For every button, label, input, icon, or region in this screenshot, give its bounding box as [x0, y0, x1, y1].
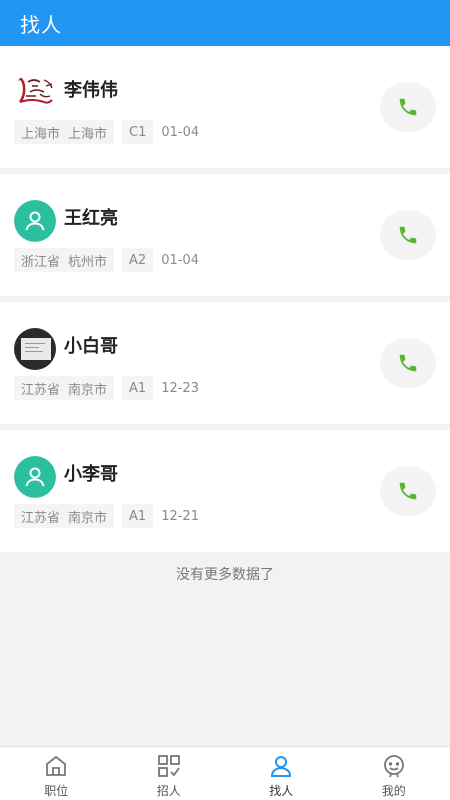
person-icon — [271, 756, 292, 777]
app-header: 找人 — [0, 0, 450, 46]
date-text: 01-04 — [161, 252, 199, 268]
tab-label: 招人 — [156, 784, 181, 798]
app-screen: 找人 李伟伟 上海市 上海市 C1 01-04 王红亮 浙江省 杭州市 A2 0… — [0, 0, 450, 800]
avatar — [14, 456, 56, 498]
contact-name: 王红亮 — [64, 208, 118, 229]
level-tag: A1 — [122, 504, 154, 528]
call-button[interactable] — [380, 466, 436, 516]
call-button[interactable] — [380, 210, 436, 260]
contact-card[interactable]: 王红亮 浙江省 杭州市 A2 01-04 — [0, 174, 450, 296]
tab-jobs[interactable]: 职位 — [0, 747, 113, 800]
tab-label: 我的 — [381, 784, 406, 798]
contact-name: 李伟伟 — [64, 80, 118, 101]
tab-label: 职位 — [44, 784, 69, 798]
contact-tags: 上海市 上海市 C1 01-04 — [14, 120, 214, 144]
location-tag: 江苏省 南京市 — [14, 504, 115, 528]
date-text: 12-23 — [161, 380, 199, 396]
photo-avatar-icon — [14, 328, 56, 370]
default-avatar-icon — [14, 456, 56, 498]
location-tag: 上海市 上海市 — [14, 120, 115, 144]
page-title: 找人 — [20, 12, 62, 37]
avatar — [14, 72, 56, 114]
location-tag: 江苏省 南京市 — [14, 376, 115, 400]
call-button[interactable] — [380, 82, 436, 132]
grid-icon — [157, 755, 180, 777]
province: 江苏省 — [21, 382, 61, 398]
tab-label: 找人 — [269, 784, 294, 798]
phone-icon — [399, 482, 417, 500]
contact-card[interactable]: 小李哥 江苏省 南京市 A1 12-21 — [0, 430, 450, 552]
date-text: 12-21 — [161, 508, 199, 524]
tab-recruit[interactable]: 招人 — [113, 747, 226, 800]
province: 浙江省 — [21, 254, 61, 270]
contact-name: 小白哥 — [64, 336, 118, 357]
contact-name: 小李哥 — [64, 464, 118, 485]
avatar — [14, 328, 56, 370]
city: 上海市 — [68, 126, 108, 142]
avatar — [14, 200, 56, 242]
city: 南京市 — [68, 510, 108, 526]
level-tag: C1 — [122, 120, 154, 144]
province: 江苏省 — [21, 510, 61, 526]
city: 南京市 — [68, 382, 108, 398]
location-tag: 浙江省 杭州市 — [14, 248, 115, 272]
phone-icon — [399, 98, 417, 116]
default-avatar-icon — [14, 200, 56, 242]
phone-icon — [399, 226, 417, 244]
contact-tags: 江苏省 南京市 A1 12-23 — [14, 376, 214, 400]
level-tag: A1 — [122, 376, 154, 400]
call-button[interactable] — [380, 338, 436, 388]
tab-mine[interactable]: 我的 — [338, 747, 450, 800]
no-more-data-text: 没有更多数据了 — [176, 567, 274, 583]
phone-icon — [399, 354, 417, 372]
bottom-tab-bar: 职位 招人 找人 我的 — [0, 746, 450, 800]
company-logo-icon — [14, 72, 56, 114]
contact-tags: 江苏省 南京市 A1 12-21 — [14, 504, 214, 528]
tab-find-people[interactable]: 找人 — [225, 747, 338, 800]
contact-tags: 浙江省 杭州市 A2 01-04 — [14, 248, 214, 272]
level-tag: A2 — [122, 248, 154, 272]
face-icon — [383, 755, 404, 778]
date-text: 01-04 — [161, 124, 200, 140]
home-icon — [46, 755, 67, 776]
contact-card[interactable]: 小白哥 江苏省 南京市 A1 12-23 — [0, 302, 450, 424]
city: 杭州市 — [68, 254, 108, 270]
province: 上海市 — [21, 126, 61, 142]
contact-card[interactable]: 李伟伟 上海市 上海市 C1 01-04 — [0, 46, 450, 168]
